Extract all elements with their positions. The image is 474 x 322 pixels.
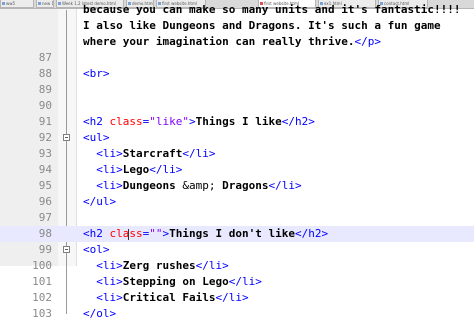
code-token: </ol> (83, 307, 117, 320)
line-number: 102 (32, 291, 52, 304)
code-token: <h2 (83, 115, 110, 128)
code-token: <ul> (83, 131, 110, 144)
code-text: </ol> (83, 306, 116, 322)
code-token: <li> (96, 179, 123, 192)
code-line[interactable]: 95 <li>Dungeons &amp; Dragons</li> (0, 178, 474, 194)
code-line[interactable]: 94 <li>Lego</li> (0, 162, 474, 178)
code-token: class (109, 227, 143, 240)
code-line[interactable]: 88 <br> (0, 66, 474, 82)
code-token: I also like Dungeons and Dragons. It's s… (83, 19, 441, 32)
code-token: Things I don't like (169, 227, 295, 240)
code-line[interactable]: 90 (0, 98, 474, 114)
code-token: &amp; (182, 179, 216, 192)
code-text: <li>Stepping on Lego</li> (83, 274, 262, 290)
code-token: class (109, 115, 143, 128)
code-line[interactable]: 98 <h2 class="">Things I don't like</h2> (0, 226, 474, 242)
code-text: <li>Lego</li> (83, 162, 182, 178)
code-line[interactable]: 92 <ul> (0, 130, 474, 146)
code-line[interactable]: 100 <li>Zerg rushes</li> (0, 258, 474, 274)
line-number: 88 (38, 67, 52, 80)
code-text: <li>Zerg rushes</li> (83, 258, 228, 274)
code-token: <br> (83, 67, 110, 80)
line-number: 96 (38, 195, 52, 208)
code-token: </ul> (83, 195, 117, 208)
code-token: Critical Fails (122, 291, 216, 304)
code-token: </h2> (281, 115, 315, 128)
code-token: Starcraft (122, 147, 183, 160)
code-token: > (189, 115, 196, 128)
code-text: I also like Dungeons and Dragons. It's s… (83, 18, 441, 34)
code-line[interactable]: 93 <li>Starcraft</li> (0, 146, 474, 162)
line-number: 101 (32, 275, 52, 288)
line-number: 99 (38, 243, 52, 256)
code-token: Stepping on Lego (122, 275, 229, 288)
code-line[interactable]: 97 (0, 210, 474, 226)
code-text: because you can make so many units and i… (83, 2, 461, 18)
code-token: <li> (96, 291, 123, 304)
code-line[interactable]: 103 </ol> (0, 306, 474, 322)
code-token: because you can make so many units and i… (83, 3, 461, 16)
text-cursor (128, 229, 129, 240)
code-token: </li> (182, 147, 216, 160)
line-number: 93 (38, 147, 52, 160)
code-text: <li>Critical Fails</li> (83, 290, 249, 306)
line-number: 94 (38, 163, 52, 176)
code-line[interactable]: because you can make so many units and i… (0, 2, 474, 18)
code-token: <li> (96, 163, 123, 176)
code-token: </li> (149, 163, 183, 176)
code-token: <ol> (83, 243, 110, 256)
line-number: 91 (38, 115, 52, 128)
code-text: <br> (83, 66, 110, 82)
code-token: <h2 (83, 227, 110, 240)
code-line[interactable]: where your imagination can really thrive… (0, 34, 474, 50)
line-number: 92 (38, 131, 52, 144)
code-token: <li> (96, 147, 123, 160)
code-token: <li> (96, 275, 123, 288)
code-line[interactable]: 101 <li>Stepping on Lego</li> (0, 274, 474, 290)
code-line[interactable]: I also like Dungeons and Dragons. It's s… (0, 18, 474, 34)
code-text: <li>Dungeons &amp; Dragons</li> (83, 178, 302, 194)
code-text: <h2 class="">Things I don't like</h2> (83, 226, 328, 242)
code-text: <ol> (83, 242, 110, 258)
line-number: 87 (38, 51, 52, 64)
code-token: </h2> (294, 227, 329, 240)
code-token: </li> (268, 179, 302, 192)
line-number: 95 (38, 179, 52, 192)
code-token: </li> (228, 275, 262, 288)
line-number: 90 (38, 99, 52, 112)
code-text: </ul> (83, 194, 116, 210)
code-line[interactable]: 91 <h2 class="like">Things I like</h2> (0, 114, 474, 130)
code-token: </li> (215, 291, 249, 304)
line-number: 100 (32, 259, 52, 272)
code-line[interactable]: 89 (0, 82, 474, 98)
code-text: <h2 class="like">Things I like</h2> (83, 114, 315, 130)
code-token: Things I like (195, 115, 282, 128)
line-number: 98 (38, 227, 52, 240)
code-text: where your imagination can really thrive… (83, 34, 381, 50)
code-token: Lego (122, 163, 150, 176)
code-token: Dragons (215, 179, 269, 192)
line-number: 103 (32, 307, 52, 320)
code-line[interactable]: 87 (0, 50, 474, 66)
code-token: "" (149, 227, 163, 240)
code-token: where your imagination can really thrive… (83, 35, 355, 48)
code-token: </p> (354, 35, 382, 48)
code-text: <ul> (83, 130, 110, 146)
code-line[interactable]: 102 <li>Critical Fails</li> (0, 290, 474, 306)
code-token: "like" (149, 115, 189, 128)
code-token: Dungeons (122, 179, 183, 192)
code-line[interactable]: 99 <ol> (0, 242, 474, 258)
code-text: <li>Starcraft</li> (83, 146, 215, 162)
code-line[interactable]: 96 </ul> (0, 194, 474, 210)
line-number: 89 (38, 83, 52, 96)
line-number: 97 (38, 211, 52, 224)
